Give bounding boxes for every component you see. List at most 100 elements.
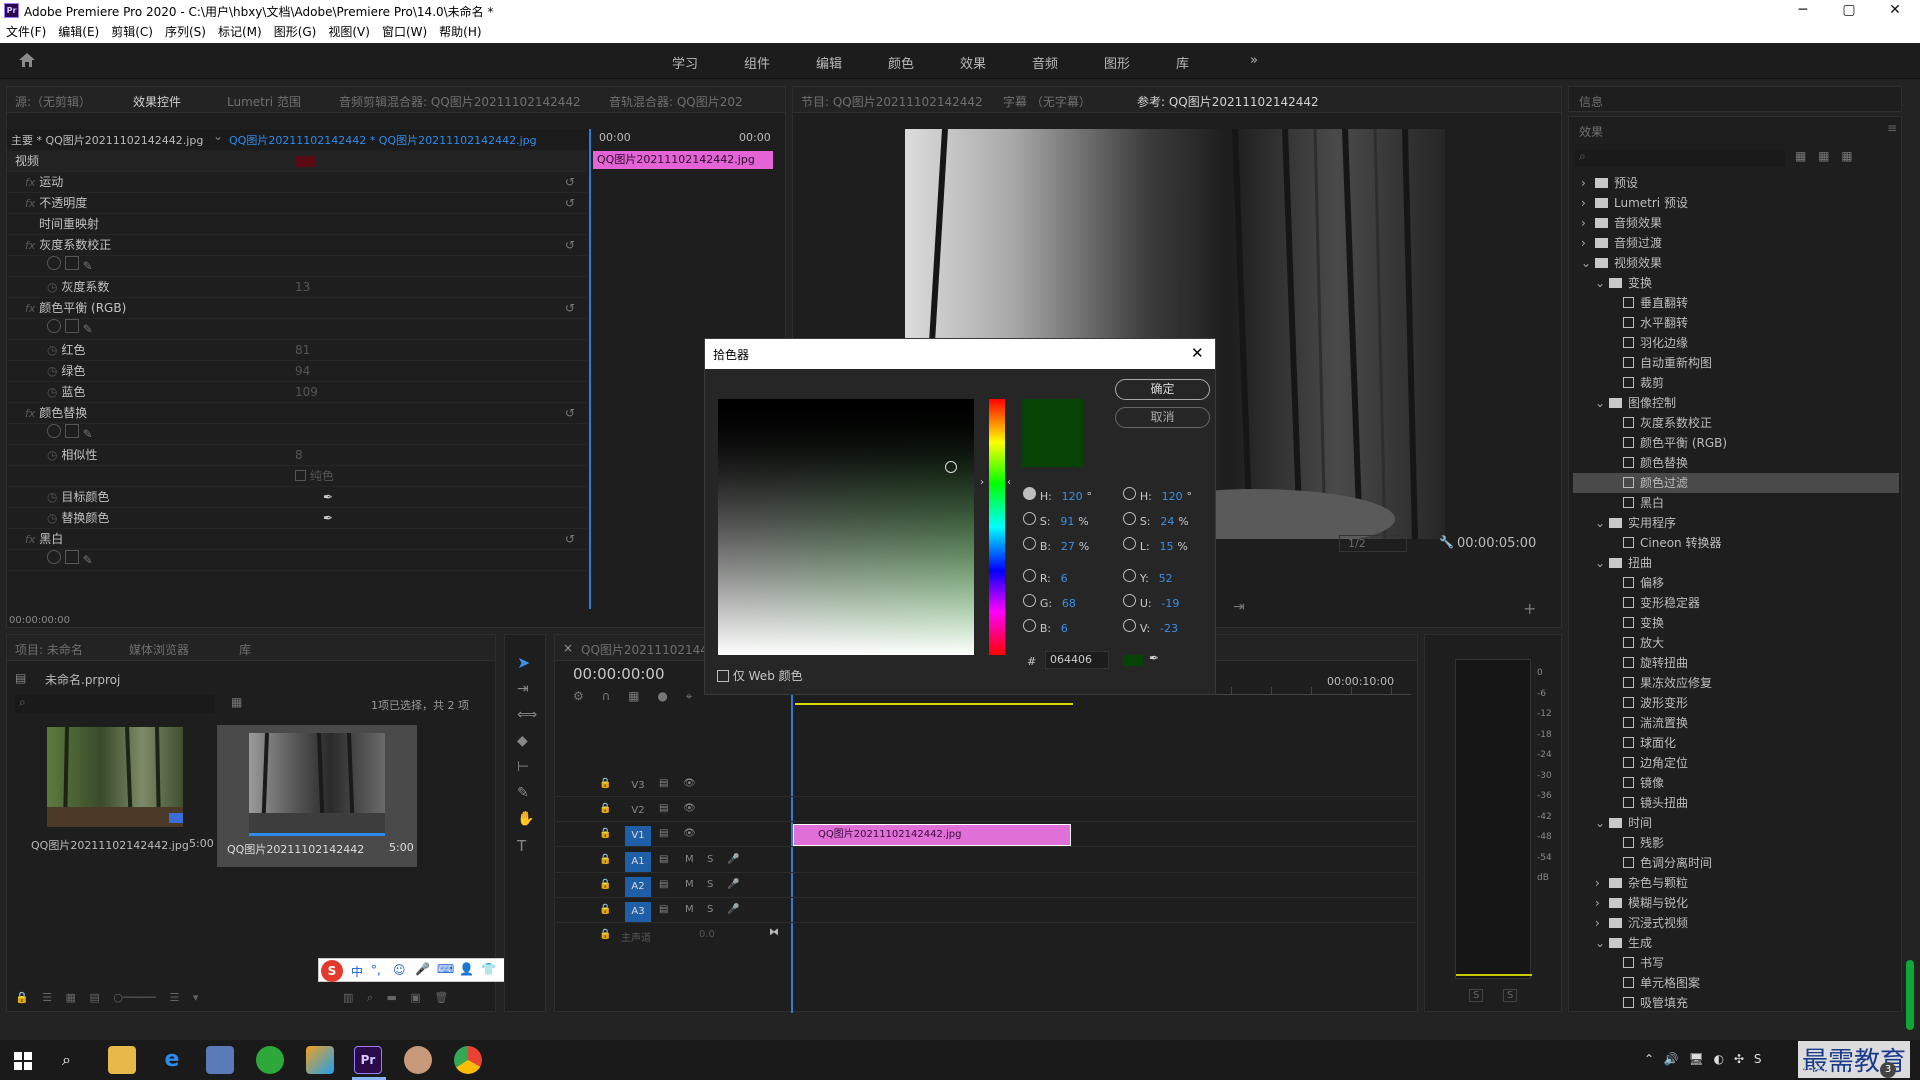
pen-tool-icon[interactable]: ✎ <box>517 785 529 801</box>
property-value[interactable]: 8 <box>295 445 303 466</box>
hand-tool-icon[interactable]: ✋ <box>517 811 534 827</box>
effects-item[interactable]: 变换 <box>1573 613 1899 633</box>
effects-item[interactable]: 旋转扭曲 <box>1573 653 1899 673</box>
workspace-more-icon[interactable]: » <box>1250 53 1258 68</box>
tab-source[interactable]: 源:（无剪辑） <box>15 93 91 110</box>
workspace-color[interactable]: 颜色 <box>888 53 914 72</box>
ime-user-icon[interactable]: 👤 <box>459 962 474 976</box>
project-search-input[interactable]: ⌕ <box>15 695 215 713</box>
remote-desktop-icon[interactable] <box>206 1046 234 1074</box>
ime-punct-mode[interactable]: °, <box>371 963 381 977</box>
field-hsb-b[interactable]: B: 27 % <box>1023 537 1092 569</box>
chrome-icon[interactable] <box>454 1046 482 1074</box>
chevron-down-icon[interactable]: ⌄ <box>1595 513 1609 533</box>
mic-icon[interactable]: 🎤 <box>727 904 739 915</box>
field-hsl-l[interactable]: L: 15 % <box>1123 537 1192 569</box>
effects-filter-icons[interactable]: ▦ ▦ ▦ <box>1795 149 1853 163</box>
ec-timeline-ruler[interactable]: 00:00 00:00 <box>591 129 785 147</box>
panel-menu-icon[interactable]: ≡ <box>1887 121 1897 135</box>
web-colors-option[interactable]: 仅 Web 颜色 <box>717 667 803 684</box>
chevron-right-icon[interactable]: › <box>1581 233 1595 253</box>
workspace-audio[interactable]: 音频 <box>1032 53 1058 72</box>
ime-keyboard-icon[interactable]: ⌨ <box>437 962 454 976</box>
property-value[interactable]: 13 <box>295 277 310 298</box>
chevron-right-icon[interactable]: › <box>1581 193 1595 213</box>
effects-folder[interactable]: ⌄ 图像控制 <box>1573 393 1899 413</box>
stopwatch-icon[interactable]: ◷ <box>47 385 57 399</box>
track-select-tool-icon[interactable]: ⇥ <box>517 681 529 697</box>
ec-clip-bar[interactable]: QQ图片20211102142442.jpg <box>593 151 773 169</box>
master-arrow-icon[interactable]: ⧓ <box>769 927 779 938</box>
property-blue[interactable]: ◷ 蓝色 109 <box>7 382 587 403</box>
field-value[interactable]: -23 <box>1160 622 1178 635</box>
radio-hsl-s[interactable] <box>1123 512 1136 525</box>
property-similarity[interactable]: ◷ 相似性 8 <box>7 445 587 466</box>
edge-browser-icon[interactable]: e <box>158 1046 186 1074</box>
color-cursor[interactable] <box>945 461 957 473</box>
timeline-timecode[interactable]: 00:00:00:00 <box>573 665 665 683</box>
rect-mask-icon[interactable] <box>64 319 79 333</box>
effects-item[interactable]: 颜色替换 <box>1573 453 1899 473</box>
ime-chinese-mode[interactable]: 中 <box>351 963 363 980</box>
property-gamma[interactable]: ◷ 灰度系数 13 <box>7 277 587 298</box>
effects-item[interactable]: 自动重新构图 <box>1573 353 1899 373</box>
add-button-icon[interactable]: + <box>1523 599 1536 618</box>
web-colors-checkbox[interactable] <box>717 670 729 682</box>
reset-icon[interactable]: ↺ <box>565 529 575 550</box>
close-button[interactable]: ✕ <box>1872 0 1918 22</box>
lock-icon[interactable]: 🔒 <box>599 778 611 789</box>
field-rgb-g[interactable]: G: 68 <box>1023 594 1092 619</box>
field-value[interactable]: 24 <box>1160 515 1174 528</box>
effects-folder[interactable]: ⌄ 生成 <box>1573 933 1899 953</box>
workspace-libraries[interactable]: 库 <box>1176 53 1189 72</box>
solo-icon[interactable]: S <box>707 904 713 915</box>
field-value[interactable]: 27 <box>1061 540 1075 553</box>
radio-rgb-b[interactable] <box>1023 619 1036 632</box>
menu-sequence[interactable]: 序列(S) <box>159 22 212 43</box>
notification-badge[interactable]: 3 <box>1880 1062 1896 1078</box>
effect-color-balance[interactable]: fx 颜色平衡 (RGB) ↺ <box>7 298 587 319</box>
work-area-bar[interactable] <box>795 703 1073 705</box>
stopwatch-icon[interactable]: ◷ <box>47 448 57 462</box>
chevron-down-icon[interactable]: ⌄ <box>1595 813 1609 833</box>
ime-voice-icon[interactable]: 🎤 <box>415 962 430 976</box>
radio-s[interactable] <box>1023 512 1036 525</box>
hue-slider[interactable] <box>989 399 1005 655</box>
chevron-right-icon[interactable]: › <box>1595 913 1609 933</box>
lock-icon[interactable]: 🔒 <box>599 828 611 839</box>
maximize-button[interactable]: ▢ <box>1826 0 1872 22</box>
project-footer-tools[interactable]: 🔒 ☰ ▦ ▤ ○───── ☰ ▾ <box>15 991 198 1004</box>
effect-time-remap[interactable]: 时间重映射 <box>7 214 587 235</box>
effects-item[interactable]: 颜色平衡 (RGB) <box>1573 433 1899 453</box>
effects-folder[interactable]: › 预设 <box>1573 173 1899 193</box>
effects-item[interactable]: 垂直翻转 <box>1573 293 1899 313</box>
chevron-down-icon[interactable]: ⌄ <box>1595 553 1609 573</box>
project-footer-actions[interactable]: ▥ ⌕ ▬ ▣ 🗑 <box>343 991 448 1005</box>
effects-item[interactable]: 色调分离时间 <box>1573 853 1899 873</box>
chevron-down-icon[interactable]: ⌄ <box>1581 253 1595 273</box>
chevron-down-icon[interactable]: ⌄ <box>1595 393 1609 413</box>
sync-icon[interactable]: ▤ <box>659 828 668 839</box>
solid-checkbox[interactable] <box>295 470 306 481</box>
menu-help[interactable]: 帮助(H) <box>433 22 487 43</box>
effects-folder[interactable]: › 音频过渡 <box>1573 233 1899 253</box>
effects-item[interactable]: 放大 <box>1573 633 1899 653</box>
effects-item[interactable]: 吸管填充 <box>1573 993 1899 1011</box>
type-tool-icon[interactable]: T <box>517 837 526 855</box>
property-target-color[interactable]: ◷ 目标颜色 ✒ <box>7 156 587 508</box>
wrench-icon[interactable]: 🔧 <box>1439 535 1454 549</box>
solo-icon[interactable]: S <box>707 879 713 890</box>
menu-graphics[interactable]: 图形(G) <box>268 22 323 43</box>
workspace-editing[interactable]: 编辑 <box>816 53 842 72</box>
effect-motion[interactable]: fx 运动 ↺ <box>7 172 587 193</box>
radio-u[interactable] <box>1123 594 1136 607</box>
project-item[interactable]: QQ图片20211102142442.jpg 5:00 <box>15 725 215 863</box>
mic-icon[interactable]: 🎤 <box>727 854 739 865</box>
track-label[interactable]: A3 <box>625 902 651 922</box>
menu-window[interactable]: 窗口(W) <box>376 22 433 43</box>
radio-v[interactable] <box>1123 619 1136 632</box>
field-hsb-h[interactable]: H: 120 ° <box>1023 487 1092 512</box>
property-value[interactable]: 109 <box>295 382 318 403</box>
property-value[interactable]: 81 <box>295 340 310 361</box>
track-label[interactable]: V2 <box>625 801 651 821</box>
